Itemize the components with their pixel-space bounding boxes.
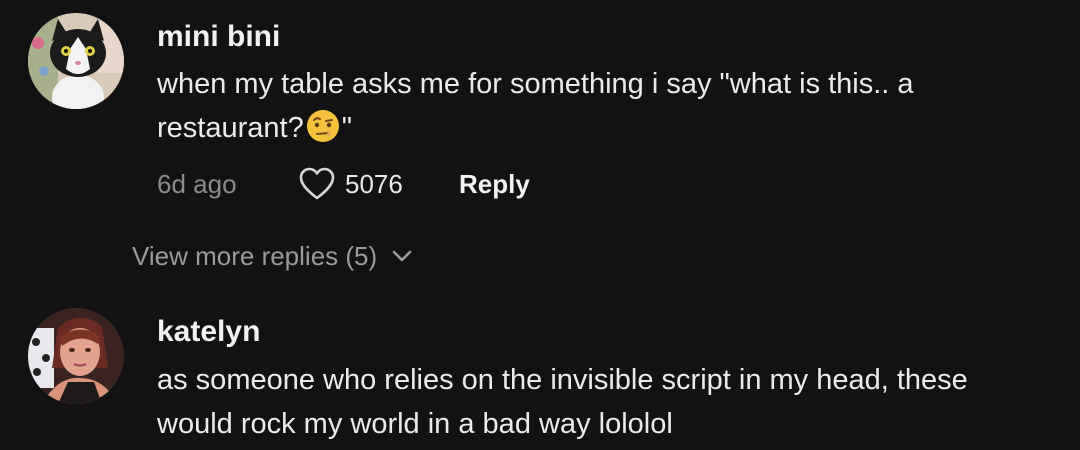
heart-icon [299, 167, 335, 200]
like-button[interactable]: 5076 [299, 167, 459, 201]
comment-text-line: would rock my world in a bad way lololol [157, 408, 673, 440]
comment-actions: 6d ago 5076 Reply [157, 166, 530, 202]
comment-username[interactable]: katelyn [157, 315, 260, 349]
comment-text: as someone who relies on the invisible s… [157, 358, 1057, 446]
comment-item: katelyn as someone who relies on the inv… [0, 300, 1080, 450]
comment-item: mini bini when my table asks me for some… [0, 0, 1080, 220]
profile-photo-avatar [28, 308, 124, 404]
comment-text-line: as someone who relies on the invisible s… [157, 364, 968, 396]
chevron-down-icon [392, 250, 412, 262]
comment-text: when my table asks me for something i sa… [157, 62, 1057, 150]
raised-eyebrow-emoji [306, 110, 339, 142]
user-avatar[interactable] [28, 13, 124, 109]
like-count: 5076 [345, 168, 403, 199]
view-more-replies-button[interactable]: View more replies (5) [132, 238, 413, 274]
view-more-replies-label: View more replies (5) [132, 240, 378, 271]
comment-text-line: restaurant? " [157, 106, 1057, 150]
user-avatar[interactable] [28, 308, 124, 404]
comment-text-segment: restaurant? [157, 112, 304, 144]
reply-button[interactable]: Reply [459, 169, 530, 200]
cat-avatar-icon [28, 13, 124, 109]
comment-text-segment: " [341, 112, 352, 144]
comment-timestamp: 6d ago [157, 168, 237, 199]
comment-text-line: when my table asks me for something i sa… [157, 68, 914, 100]
comment-username[interactable]: mini bini [157, 20, 280, 54]
